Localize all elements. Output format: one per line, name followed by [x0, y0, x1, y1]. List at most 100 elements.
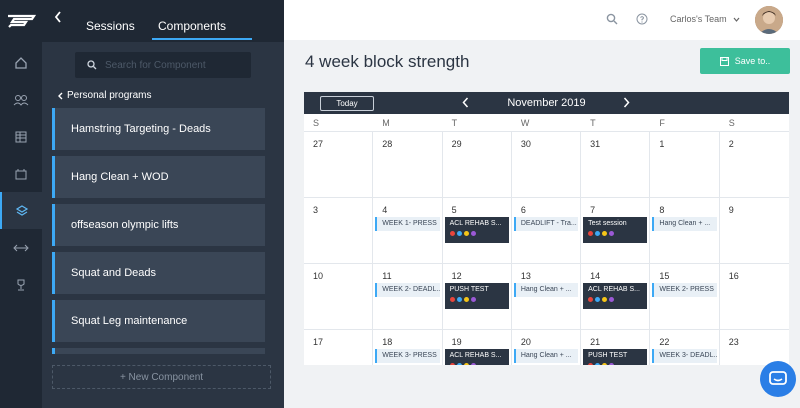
calendar-day[interactable]: 3	[304, 198, 374, 263]
calendar-day[interactable]: 28	[373, 132, 443, 197]
calendar-week: 17 18 WEEK 3- PRESS 19 ACL REHAB S... 20 Hang …	[304, 330, 789, 365]
team-selector[interactable]: Carlos's Team	[670, 14, 740, 24]
calendar-event[interactable]: WEEK 3- PRESS	[375, 349, 440, 363]
calendar-day[interactable]: 8 Hang Clean + ...	[650, 198, 720, 263]
event-label: ACL REHAB S...	[449, 220, 502, 227]
tag-dot	[449, 297, 455, 302]
calendar-day[interactable]: 29	[443, 132, 512, 197]
home-icon[interactable]	[0, 44, 42, 81]
calendar-day[interactable]: 22 WEEK 3- DEADL...	[650, 330, 720, 365]
calendar-day[interactable]: 7 Test session	[581, 198, 651, 263]
event-tag-dots	[449, 231, 504, 236]
calendar-day[interactable]: 11 WEEK 2- DEADL...	[373, 264, 443, 329]
calendar-day[interactable]: 13 Hang Clean + ...	[512, 264, 582, 329]
calendar-day[interactable]: 27	[304, 132, 374, 197]
calendar-event[interactable]: ACL REHAB S...	[583, 283, 648, 309]
chevron-left-icon	[58, 92, 63, 99]
chat-button[interactable]	[760, 361, 796, 397]
tag-dot	[449, 363, 455, 365]
team-name: Carlos's Team	[670, 14, 727, 24]
tag-dot	[463, 231, 469, 236]
list-item[interactable]: Squat and Deads	[52, 252, 265, 294]
component-search[interactable]	[75, 52, 251, 78]
day-number: 28	[382, 139, 393, 149]
day-number: 14	[590, 271, 601, 281]
next-month-icon[interactable]	[623, 97, 630, 111]
calendar-day[interactable]: 14 ACL REHAB S...	[581, 264, 651, 329]
calendar-event[interactable]: Hang Clean + ...	[513, 349, 579, 363]
calendar-event[interactable]: Test session	[583, 217, 648, 243]
avatar[interactable]	[755, 6, 783, 34]
calendar-day[interactable]: 4 WEEK 1- PRESS	[373, 198, 443, 263]
list-item[interactable]: offseason olympic lifts	[52, 204, 265, 246]
app-logo[interactable]	[0, 0, 42, 42]
calendar-event[interactable]: PUSH TEST	[444, 283, 509, 309]
calendar-day[interactable]: 16	[720, 264, 789, 329]
day-number: 27	[313, 139, 324, 149]
calendar-event[interactable]: Hang Clean + ...	[513, 283, 579, 297]
day-number: 11	[382, 271, 392, 281]
calendar-day[interactable]: 1	[650, 132, 720, 197]
transfer-icon[interactable]	[0, 229, 42, 266]
trophy-icon[interactable]	[0, 266, 42, 303]
calendar-day[interactable]: 2	[720, 132, 789, 197]
calendar-event[interactable]: WEEK 2- PRESS	[652, 283, 717, 297]
list-item[interactable]: Squat Leg maintenance	[52, 300, 265, 342]
day-number: 3	[313, 205, 319, 215]
day-number: 6	[520, 205, 526, 215]
list-item[interactable]	[52, 348, 265, 354]
calendar-day[interactable]: 18 WEEK 3- PRESS	[373, 330, 443, 365]
list-item[interactable]: Hang Clean + WOD	[52, 156, 265, 198]
calendar-day[interactable]: 5 ACL REHAB S...	[443, 198, 512, 263]
calendar-day[interactable]: 21 PUSH TEST	[581, 330, 651, 365]
breadcrumb-label: Personal programs	[67, 90, 152, 101]
event-label: ACL REHAB S...	[588, 286, 640, 293]
calendar-event[interactable]: DEADLIFT - Tra...	[513, 217, 579, 231]
search-input[interactable]	[105, 59, 245, 71]
event-label: WEEK 1- PRESS	[382, 220, 437, 227]
calendar-day[interactable]: 12 PUSH TEST	[443, 264, 512, 329]
calendar-day[interactable]: 9	[720, 198, 789, 263]
day-number: 9	[728, 205, 734, 215]
calendar-tray-icon[interactable]	[0, 155, 42, 192]
back-chevron-icon[interactable]	[54, 10, 62, 28]
tag-dot	[595, 231, 601, 236]
event-label: Test session	[588, 220, 627, 227]
calendar-week: 10 11 WEEK 2- DEADL... 12 PUSH TEST 13 Hang Cl…	[304, 264, 789, 330]
calendar-day[interactable]: 17	[304, 330, 374, 365]
breadcrumb[interactable]: Personal programs	[57, 90, 151, 101]
help-icon[interactable]	[636, 12, 648, 30]
calendar-event[interactable]: Hang Clean + ...	[652, 217, 717, 231]
layers-icon[interactable]	[0, 192, 42, 229]
tab-components[interactable]: Components	[158, 19, 226, 33]
tab-sessions[interactable]: Sessions	[86, 19, 135, 33]
event-label: ACL REHAB S...	[449, 352, 502, 359]
event-tag-dots	[449, 363, 504, 365]
search-icon[interactable]	[606, 12, 618, 30]
list-item[interactable]: Hamstring Targeting - Deads	[52, 108, 265, 150]
calendar-day[interactable]: 10	[304, 264, 374, 329]
save-button[interactable]: Save to..	[700, 48, 790, 74]
list-item-label: offseason olympic lifts	[71, 219, 179, 231]
calendar-day[interactable]: 31	[581, 132, 651, 197]
new-component-button[interactable]: + New Component	[52, 365, 271, 389]
calendar-event[interactable]: PUSH TEST	[583, 349, 648, 365]
calendar-day[interactable]: 6 DEADLIFT - Tra...	[512, 198, 582, 263]
calendar-header: Today November 2019	[304, 92, 789, 114]
calendar-day[interactable]: 30	[512, 132, 582, 197]
table-icon[interactable]	[0, 118, 42, 155]
team-icon[interactable]	[0, 81, 42, 118]
calendar-day[interactable]: 23	[720, 330, 789, 365]
calendar-event[interactable]: WEEK 2- DEADL...	[375, 283, 440, 297]
weekday-label: M	[382, 118, 390, 128]
calendar-day[interactable]: 20 Hang Clean + ...	[512, 330, 582, 365]
calendar-event[interactable]: WEEK 1- PRESS	[375, 217, 440, 231]
calendar-day[interactable]: 15 WEEK 2- PRESS	[650, 264, 720, 329]
calendar-event[interactable]: ACL REHAB S...	[444, 217, 509, 243]
calendar-event[interactable]: ACL REHAB S...	[444, 349, 509, 365]
calendar: Today November 2019 SMTWTFS 27 28 29 30 31 1 2…	[304, 92, 789, 365]
day-number: 8	[659, 205, 665, 215]
calendar-event[interactable]: WEEK 3- DEADL...	[652, 349, 717, 363]
day-number: 23	[728, 337, 739, 347]
calendar-day[interactable]: 19 ACL REHAB S...	[443, 330, 512, 365]
